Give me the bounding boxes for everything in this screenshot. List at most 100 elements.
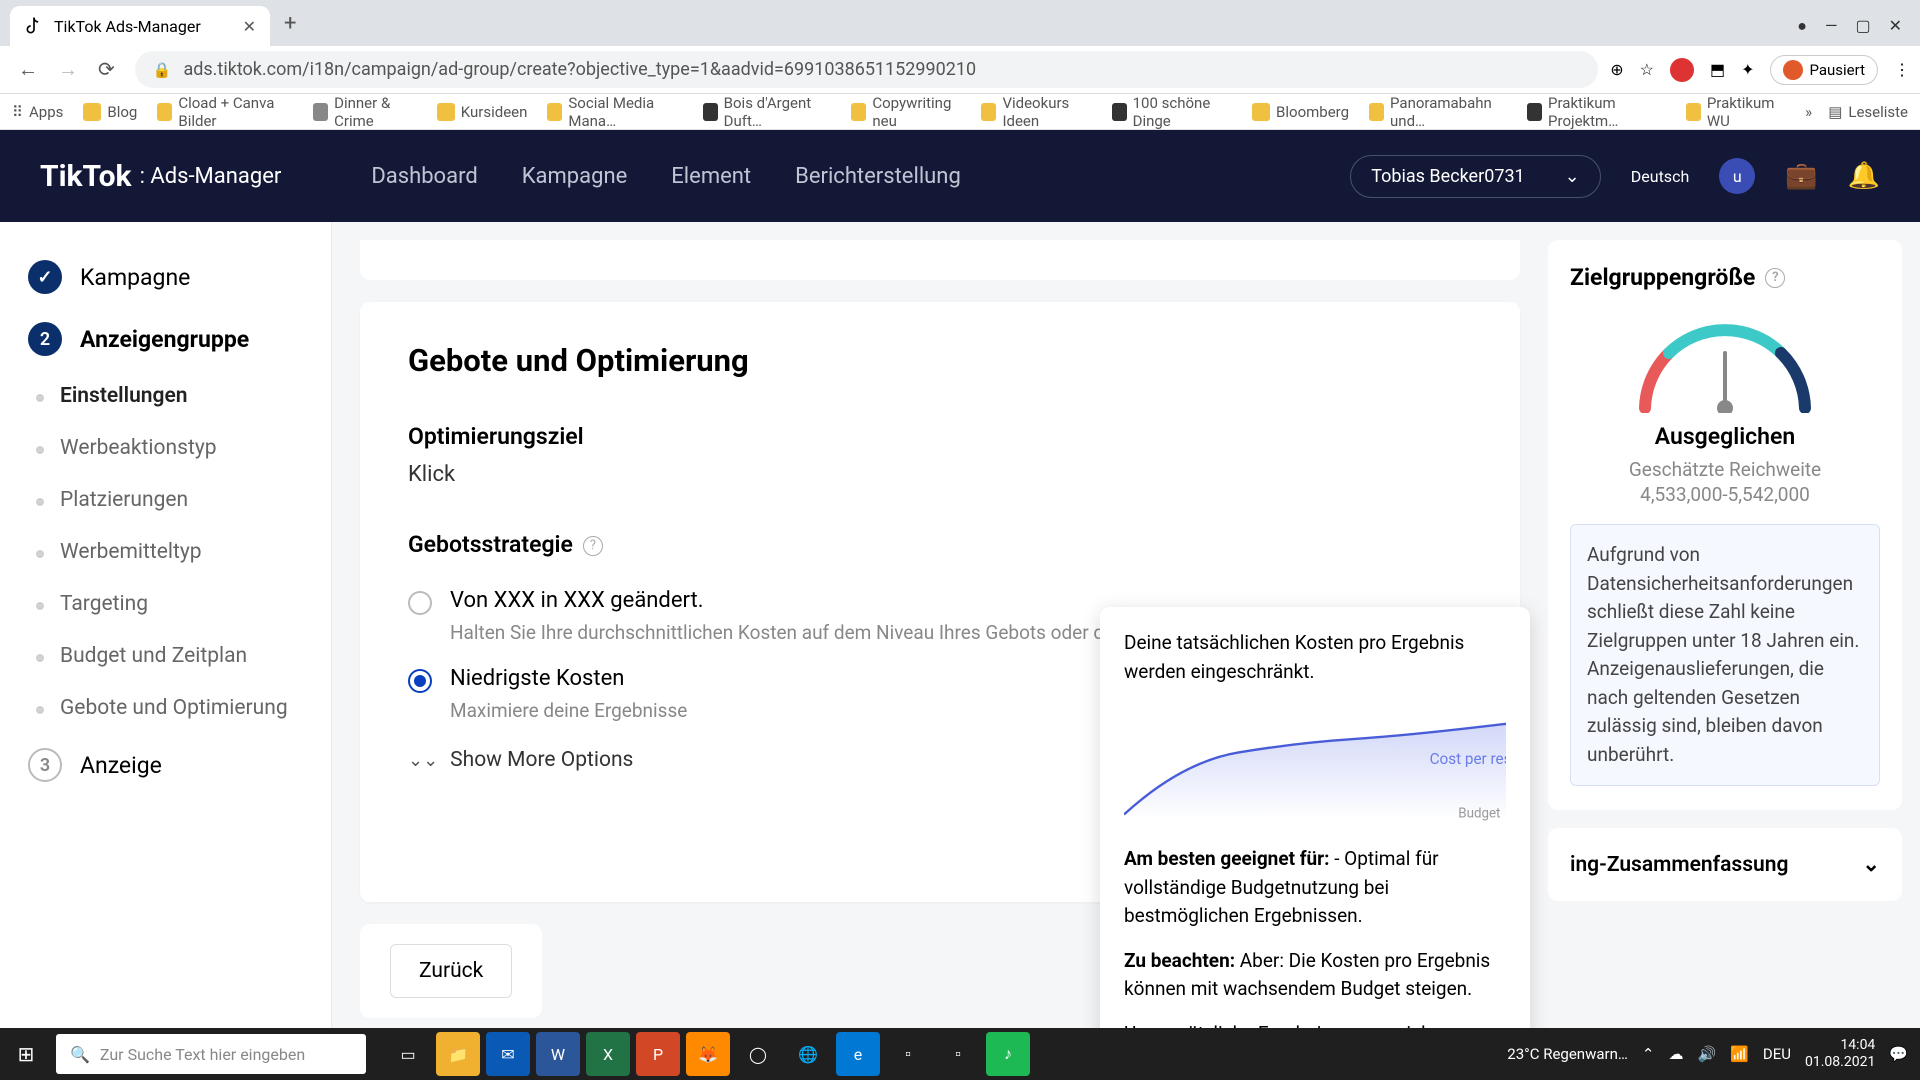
bookmark-praktikum[interactable]: Praktikum Projektm… [1527,94,1666,130]
onedrive-icon[interactable]: ☁ [1669,1045,1684,1063]
back-button[interactable]: Zurück [390,944,512,998]
substep-einstellungen[interactable]: Einstellungen [60,370,331,422]
extension-icon[interactable]: ⬒ [1710,60,1725,79]
reload-icon[interactable]: ⟳ [98,57,115,82]
chevron-down-icon: ⌄ [1565,166,1580,187]
windows-taskbar: ⊞ 🔍 Zur Suche Text hier eingeben ▭ 📁 ✉ W… [0,1028,1920,1080]
clock[interactable]: 14:04 01.08.2021 [1805,1037,1875,1071]
step-kampagne[interactable]: ✓ Kampagne [0,246,331,308]
help-icon[interactable]: ? [583,536,603,556]
taskbar-search[interactable]: 🔍 Zur Suche Text hier eingeben [56,1034,366,1074]
sidebar: ✓ Kampagne 2 Anzeigengruppe Einstellunge… [0,222,332,1028]
step-number: 3 [28,748,62,782]
bookmark-kursideen[interactable]: Kursideen [437,103,528,121]
radio-icon [408,591,432,615]
language-indicator[interactable]: DEU [1763,1045,1791,1063]
mail-icon[interactable]: ✉ [486,1032,530,1076]
word-icon[interactable]: W [536,1032,580,1076]
nav-berichterstellung[interactable]: Berichterstellung [795,164,961,189]
reading-list-icon: ▤ [1828,103,1842,121]
explorer-icon[interactable]: 📁 [436,1032,480,1076]
bell-icon[interactable]: 🔔 [1848,161,1880,191]
app-icon[interactable]: ▫ [936,1032,980,1076]
substep-werbeaktionstyp[interactable]: Werbeaktionstyp [60,422,331,474]
avatar[interactable]: u [1719,158,1755,194]
step-label: Anzeige [80,752,162,779]
kebab-menu-icon[interactable]: ⋮ [1894,60,1910,79]
substep-budget[interactable]: Budget und Zeitplan [60,630,331,682]
bookmark-cload[interactable]: Cload + Canva Bilder [157,94,293,130]
bookmark-video[interactable]: Videokurs Ideen [981,94,1091,130]
step-anzeigengruppe[interactable]: 2 Anzeigengruppe [0,308,331,370]
tray-chevron-icon[interactable]: ⌃ [1642,1045,1655,1063]
page-icon [1527,103,1542,121]
logo-subtitle: : Ads-Manager [140,164,282,189]
minimize-icon[interactable]: — [1825,16,1838,36]
firefox-icon[interactable]: 🦊 [686,1032,730,1076]
help-icon[interactable]: ? [1765,268,1785,288]
close-icon[interactable]: ✕ [243,17,256,36]
gauge [1625,313,1825,413]
extension-abp-icon[interactable] [1670,58,1694,82]
bookmark-social[interactable]: Social Media Mana… [547,94,682,130]
volume-icon[interactable]: 🔊 [1698,1045,1717,1063]
substep-platzierungen[interactable]: Platzierungen [60,474,331,526]
account-dot-icon[interactable]: ● [1797,16,1807,36]
bookmarks-overflow-icon[interactable]: » [1805,103,1812,121]
substep-gebote[interactable]: Gebote und Optimierung [60,682,331,734]
chart-line-label: Cost per result [1430,750,1506,768]
powerpoint-icon[interactable]: P [636,1032,680,1076]
obs-icon[interactable]: ◯ [736,1032,780,1076]
substep-targeting[interactable]: Targeting [60,578,331,630]
reading-list-button[interactable]: ▤Leseliste [1828,103,1908,121]
edge-icon[interactable]: e [836,1032,880,1076]
bookmark-copy[interactable]: Copywriting neu [851,94,961,130]
back-icon[interactable]: ← [18,57,38,82]
briefcase-icon[interactable]: 💼 [1785,161,1817,191]
forward-icon[interactable]: → [58,57,78,82]
page-icon [313,103,328,121]
star-icon[interactable]: ☆ [1640,60,1654,79]
nav-kampagne[interactable]: Kampagne [522,164,628,189]
apps-shortcut[interactable]: ⠿Apps [12,103,63,121]
bookmark-bois[interactable]: Bois d'Argent Duft… [703,94,832,130]
start-button[interactable]: ⊞ [0,1028,52,1080]
nav-dashboard[interactable]: Dashboard [371,164,477,189]
bookmark-wu[interactable]: Praktikum WU [1686,94,1785,130]
bookmark-panorama[interactable]: Panoramabahn und… [1369,94,1507,130]
targeting-summary-card[interactable]: ing-Zusammenfassung ⌄ [1548,828,1902,901]
profile-chip[interactable]: Pausiert [1770,55,1878,85]
excel-icon[interactable]: X [586,1032,630,1076]
search-placeholder: Zur Suche Text hier eingeben [100,1045,305,1064]
bookmark-100[interactable]: 100 schöne Dinge [1112,94,1232,130]
browser-tab[interactable]: TikTok Ads-Manager ✕ [10,6,270,46]
wifi-icon[interactable]: 📶 [1730,1045,1749,1063]
prev-card-edge [360,240,1520,280]
top-nav: Dashboard Kampagne Element Berichterstel… [371,164,960,189]
url-input[interactable]: 🔒 ads.tiktok.com/i18n/campaign/ad-group/… [135,51,1598,88]
chart-x-label: Budget [1458,806,1500,821]
zoom-icon[interactable]: ⊕ [1610,60,1623,79]
app-icon[interactable]: ▫ [886,1032,930,1076]
weather-widget[interactable]: 23°C Regenwarn… [1507,1045,1628,1063]
account-dropdown[interactable]: Tobias Becker0731 ⌄ [1350,155,1601,198]
nav-element[interactable]: Element [671,164,751,189]
bookmark-blog[interactable]: Blog [83,103,137,121]
extensions-menu-icon[interactable]: ✦ [1741,60,1754,79]
logo[interactable]: TikTok : Ads-Manager [40,159,281,194]
taskview-icon[interactable]: ▭ [386,1032,430,1076]
bookmark-bloomberg[interactable]: Bloomberg [1252,103,1349,121]
close-window-icon[interactable]: ✕ [1889,16,1902,36]
tooltip-note: Zu beachten: Aber: Die Kosten pro Ergebn… [1124,947,1506,1004]
notifications-icon[interactable]: 💬 [1889,1045,1908,1063]
bids-card: Gebote und Optimierung Optimierungsziel … [360,302,1520,902]
step-anzeige[interactable]: 3 Anzeige [0,734,331,796]
folder-icon [851,103,866,121]
substep-werbemitteltyp[interactable]: Werbemitteltyp [60,526,331,578]
new-tab-button[interactable]: + [270,1,310,46]
bookmark-dinner[interactable]: Dinner & Crime [313,94,417,130]
maximize-icon[interactable]: ▢ [1855,16,1870,36]
language-selector[interactable]: Deutsch [1631,167,1689,186]
spotify-icon[interactable]: ♪ [986,1032,1030,1076]
chrome-icon[interactable]: 🌐 [786,1032,830,1076]
